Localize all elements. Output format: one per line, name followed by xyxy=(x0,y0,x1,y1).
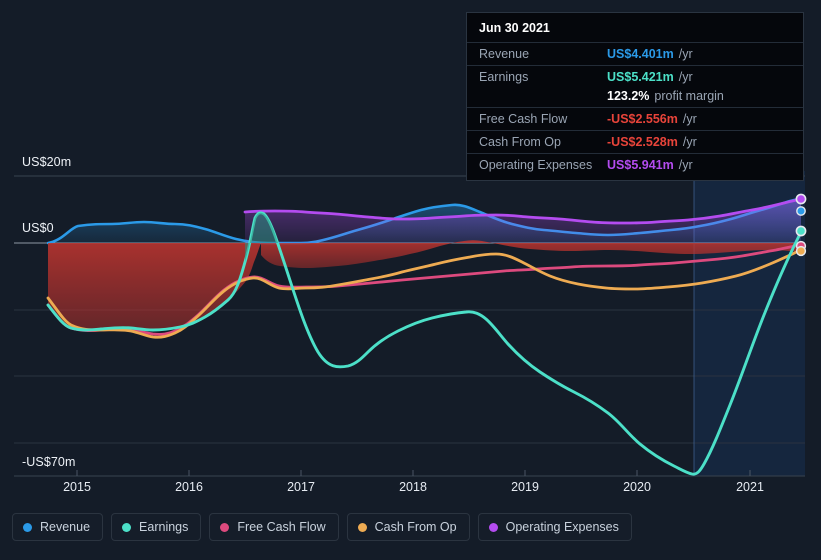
x-axis-tick-2020: 2020 xyxy=(623,480,651,494)
tooltip-suffix-profit-margin: profit margin xyxy=(654,89,724,103)
tooltip-row-profit-margin: 123.2% profit margin xyxy=(467,88,803,107)
x-axis-tick-2017: 2017 xyxy=(287,480,315,494)
series-area-earnings-negative xyxy=(48,243,801,330)
tooltip-row-free-cash-flow: Free Cash Flow -US$2.556m /yr xyxy=(467,107,803,130)
legend-dot-operating-expenses-icon xyxy=(488,522,498,532)
tooltip-value-revenue: US$4.401m xyxy=(607,47,674,61)
legend-label-operating-expenses: Operating Expenses xyxy=(505,520,619,534)
legend-item-free-cash-flow[interactable]: Free Cash Flow xyxy=(209,513,339,541)
legend-dot-cash-from-op-icon xyxy=(357,522,367,532)
tooltip-value-earnings: US$5.421m xyxy=(607,70,674,84)
y-axis-label-zero: US$0 xyxy=(22,221,58,235)
x-axis-tick-2021: 2021 xyxy=(736,480,764,494)
legend-label-free-cash-flow: Free Cash Flow xyxy=(237,520,326,534)
legend-item-revenue[interactable]: Revenue xyxy=(12,513,104,541)
y-axis-label-top: US$20m xyxy=(22,155,76,169)
tooltip-label-revenue: Revenue xyxy=(479,47,530,61)
x-axis-ticks xyxy=(76,470,751,476)
y-axis-label-bottom: -US$70m xyxy=(22,455,80,469)
legend-label-earnings: Earnings xyxy=(139,520,189,534)
chart-legend: Revenue Earnings Free Cash Flow Cash Fro… xyxy=(12,513,632,541)
tooltip-row-revenue: Revenue US$4.401m /yr xyxy=(467,42,803,65)
legend-label-cash-from-op: Cash From Op xyxy=(374,520,457,534)
tooltip-suffix-operating-expenses: /yr xyxy=(678,158,693,172)
legend-dot-earnings-icon xyxy=(122,522,132,532)
x-axis-tick-2015: 2015 xyxy=(63,480,91,494)
legend-item-earnings[interactable]: Earnings xyxy=(111,513,202,541)
tooltip-label-earnings: Earnings xyxy=(479,70,529,84)
tooltip-value-cash-from-op: -US$2.528m xyxy=(607,135,678,149)
tooltip-row-earnings: Earnings US$5.421m /yr xyxy=(467,65,803,88)
tooltip-value-profit-margin: 123.2% xyxy=(607,89,650,103)
tooltip-suffix-revenue: /yr xyxy=(678,47,693,61)
tooltip-value-operating-expenses: US$5.941m xyxy=(607,158,674,172)
tooltip-suffix-earnings: /yr xyxy=(678,70,693,84)
legend-label-revenue: Revenue xyxy=(40,520,91,534)
legend-item-operating-expenses[interactable]: Operating Expenses xyxy=(477,513,632,541)
tooltip-value-free-cash-flow: -US$2.556m xyxy=(607,112,678,126)
tooltip-suffix-free-cash-flow: /yr xyxy=(682,112,697,126)
x-axis-tick-2016: 2016 xyxy=(175,480,203,494)
tooltip-label-free-cash-flow: Free Cash Flow xyxy=(479,112,568,126)
x-axis-tick-2019: 2019 xyxy=(511,480,539,494)
tooltip-label-cash-from-op: Cash From Op xyxy=(479,135,561,149)
tooltip-row-cash-from-op: Cash From Op -US$2.528m /yr xyxy=(467,130,803,153)
tooltip-date: Jun 30 2021 xyxy=(479,21,550,35)
legend-item-cash-from-op[interactable]: Cash From Op xyxy=(346,513,470,541)
tooltip-label-operating-expenses: Operating Expenses xyxy=(479,158,593,172)
x-axis-tick-2018: 2018 xyxy=(399,480,427,494)
legend-dot-revenue-icon xyxy=(23,522,32,532)
chart-tooltip: Jun 30 2021 Revenue US$4.401m /yr Earnin… xyxy=(466,12,804,181)
chart-page: US$20m US$0 -US$70m 2015 2016 2017 2018 … xyxy=(0,0,821,560)
legend-dot-free-cash-flow-icon xyxy=(220,522,230,532)
tooltip-suffix-cash-from-op: /yr xyxy=(682,135,697,149)
tooltip-row-operating-expenses: Operating Expenses US$5.941m /yr xyxy=(467,153,803,176)
